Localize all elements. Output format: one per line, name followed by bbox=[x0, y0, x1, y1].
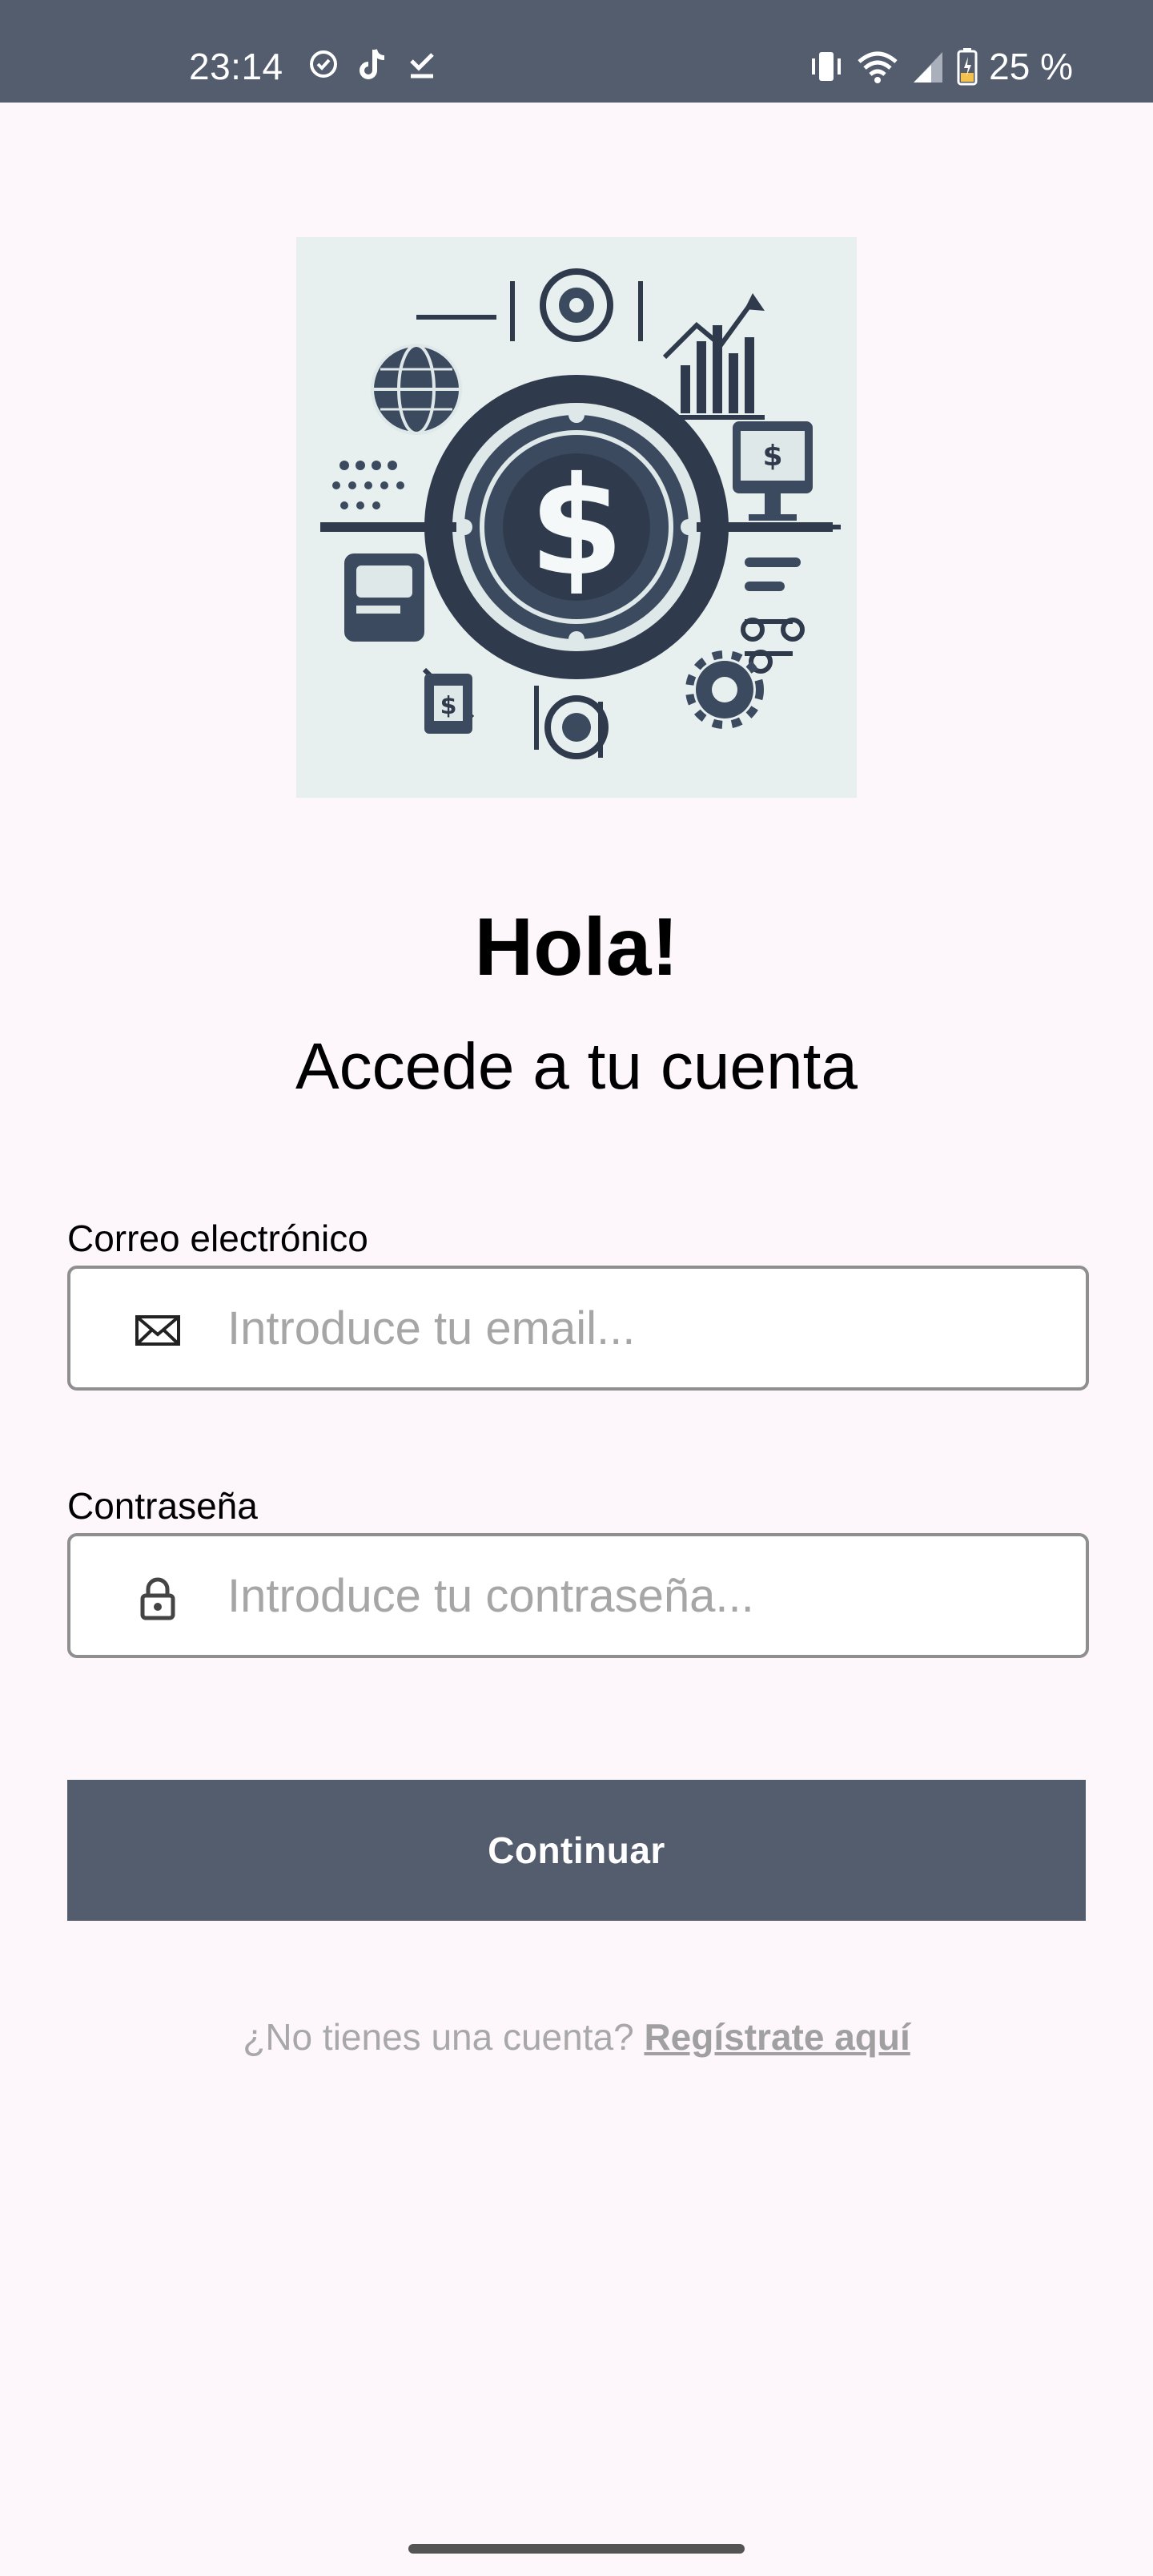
tiktok-icon bbox=[360, 49, 385, 79]
continue-button[interactable]: Continuar bbox=[67, 1780, 1086, 1921]
gear-icon bbox=[685, 650, 764, 729]
battery-icon bbox=[957, 48, 978, 86]
vibrate-icon bbox=[812, 52, 842, 81]
signal-icon bbox=[914, 52, 943, 83]
app-logo: $ $ $ bbox=[296, 237, 857, 798]
email-label: Correo electrónico bbox=[67, 1218, 368, 1259]
email-input[interactable] bbox=[227, 1285, 1060, 1371]
globe-icon bbox=[371, 344, 462, 435]
finance-dollar-logo: $ $ $ bbox=[320, 268, 841, 759]
monitor-icon: $ bbox=[733, 421, 813, 521]
lock-icon bbox=[140, 1577, 175, 1620]
password-field-container[interactable] bbox=[67, 1533, 1089, 1658]
register-prompt: ¿No tienes una cuenta? bbox=[243, 2016, 634, 2058]
check-circle-icon bbox=[310, 50, 337, 78]
password-input[interactable] bbox=[227, 1552, 1060, 1639]
wallet-icon bbox=[344, 553, 424, 642]
download-done-icon bbox=[410, 53, 434, 78]
status-time: 23:14 bbox=[189, 46, 283, 87]
home-indicator[interactable] bbox=[408, 2544, 745, 2554]
mail-icon bbox=[135, 1315, 180, 1346]
svg-text:$: $ bbox=[440, 692, 457, 720]
svg-text:$: $ bbox=[529, 448, 624, 606]
notification-icons bbox=[307, 46, 437, 82]
svg-text:$: $ bbox=[762, 440, 782, 473]
login-subtitle: Accede a tu cuenta bbox=[295, 1030, 858, 1103]
battery-percentage: 25 % bbox=[989, 46, 1073, 87]
bar-chart-icon bbox=[662, 293, 765, 420]
wifi-icon bbox=[858, 51, 898, 83]
status-bar: 23:14 25 % bbox=[0, 0, 1153, 103]
register-prompt-row: ¿No tienes una cuenta? Regístrate aquí bbox=[0, 2015, 1153, 2059]
greeting-title: Hola! bbox=[474, 901, 679, 992]
email-field-container[interactable] bbox=[67, 1266, 1089, 1391]
register-link[interactable]: Regístrate aquí bbox=[644, 2016, 910, 2058]
password-label: Contraseña bbox=[67, 1485, 258, 1527]
system-icons: 25 % bbox=[808, 45, 1073, 88]
